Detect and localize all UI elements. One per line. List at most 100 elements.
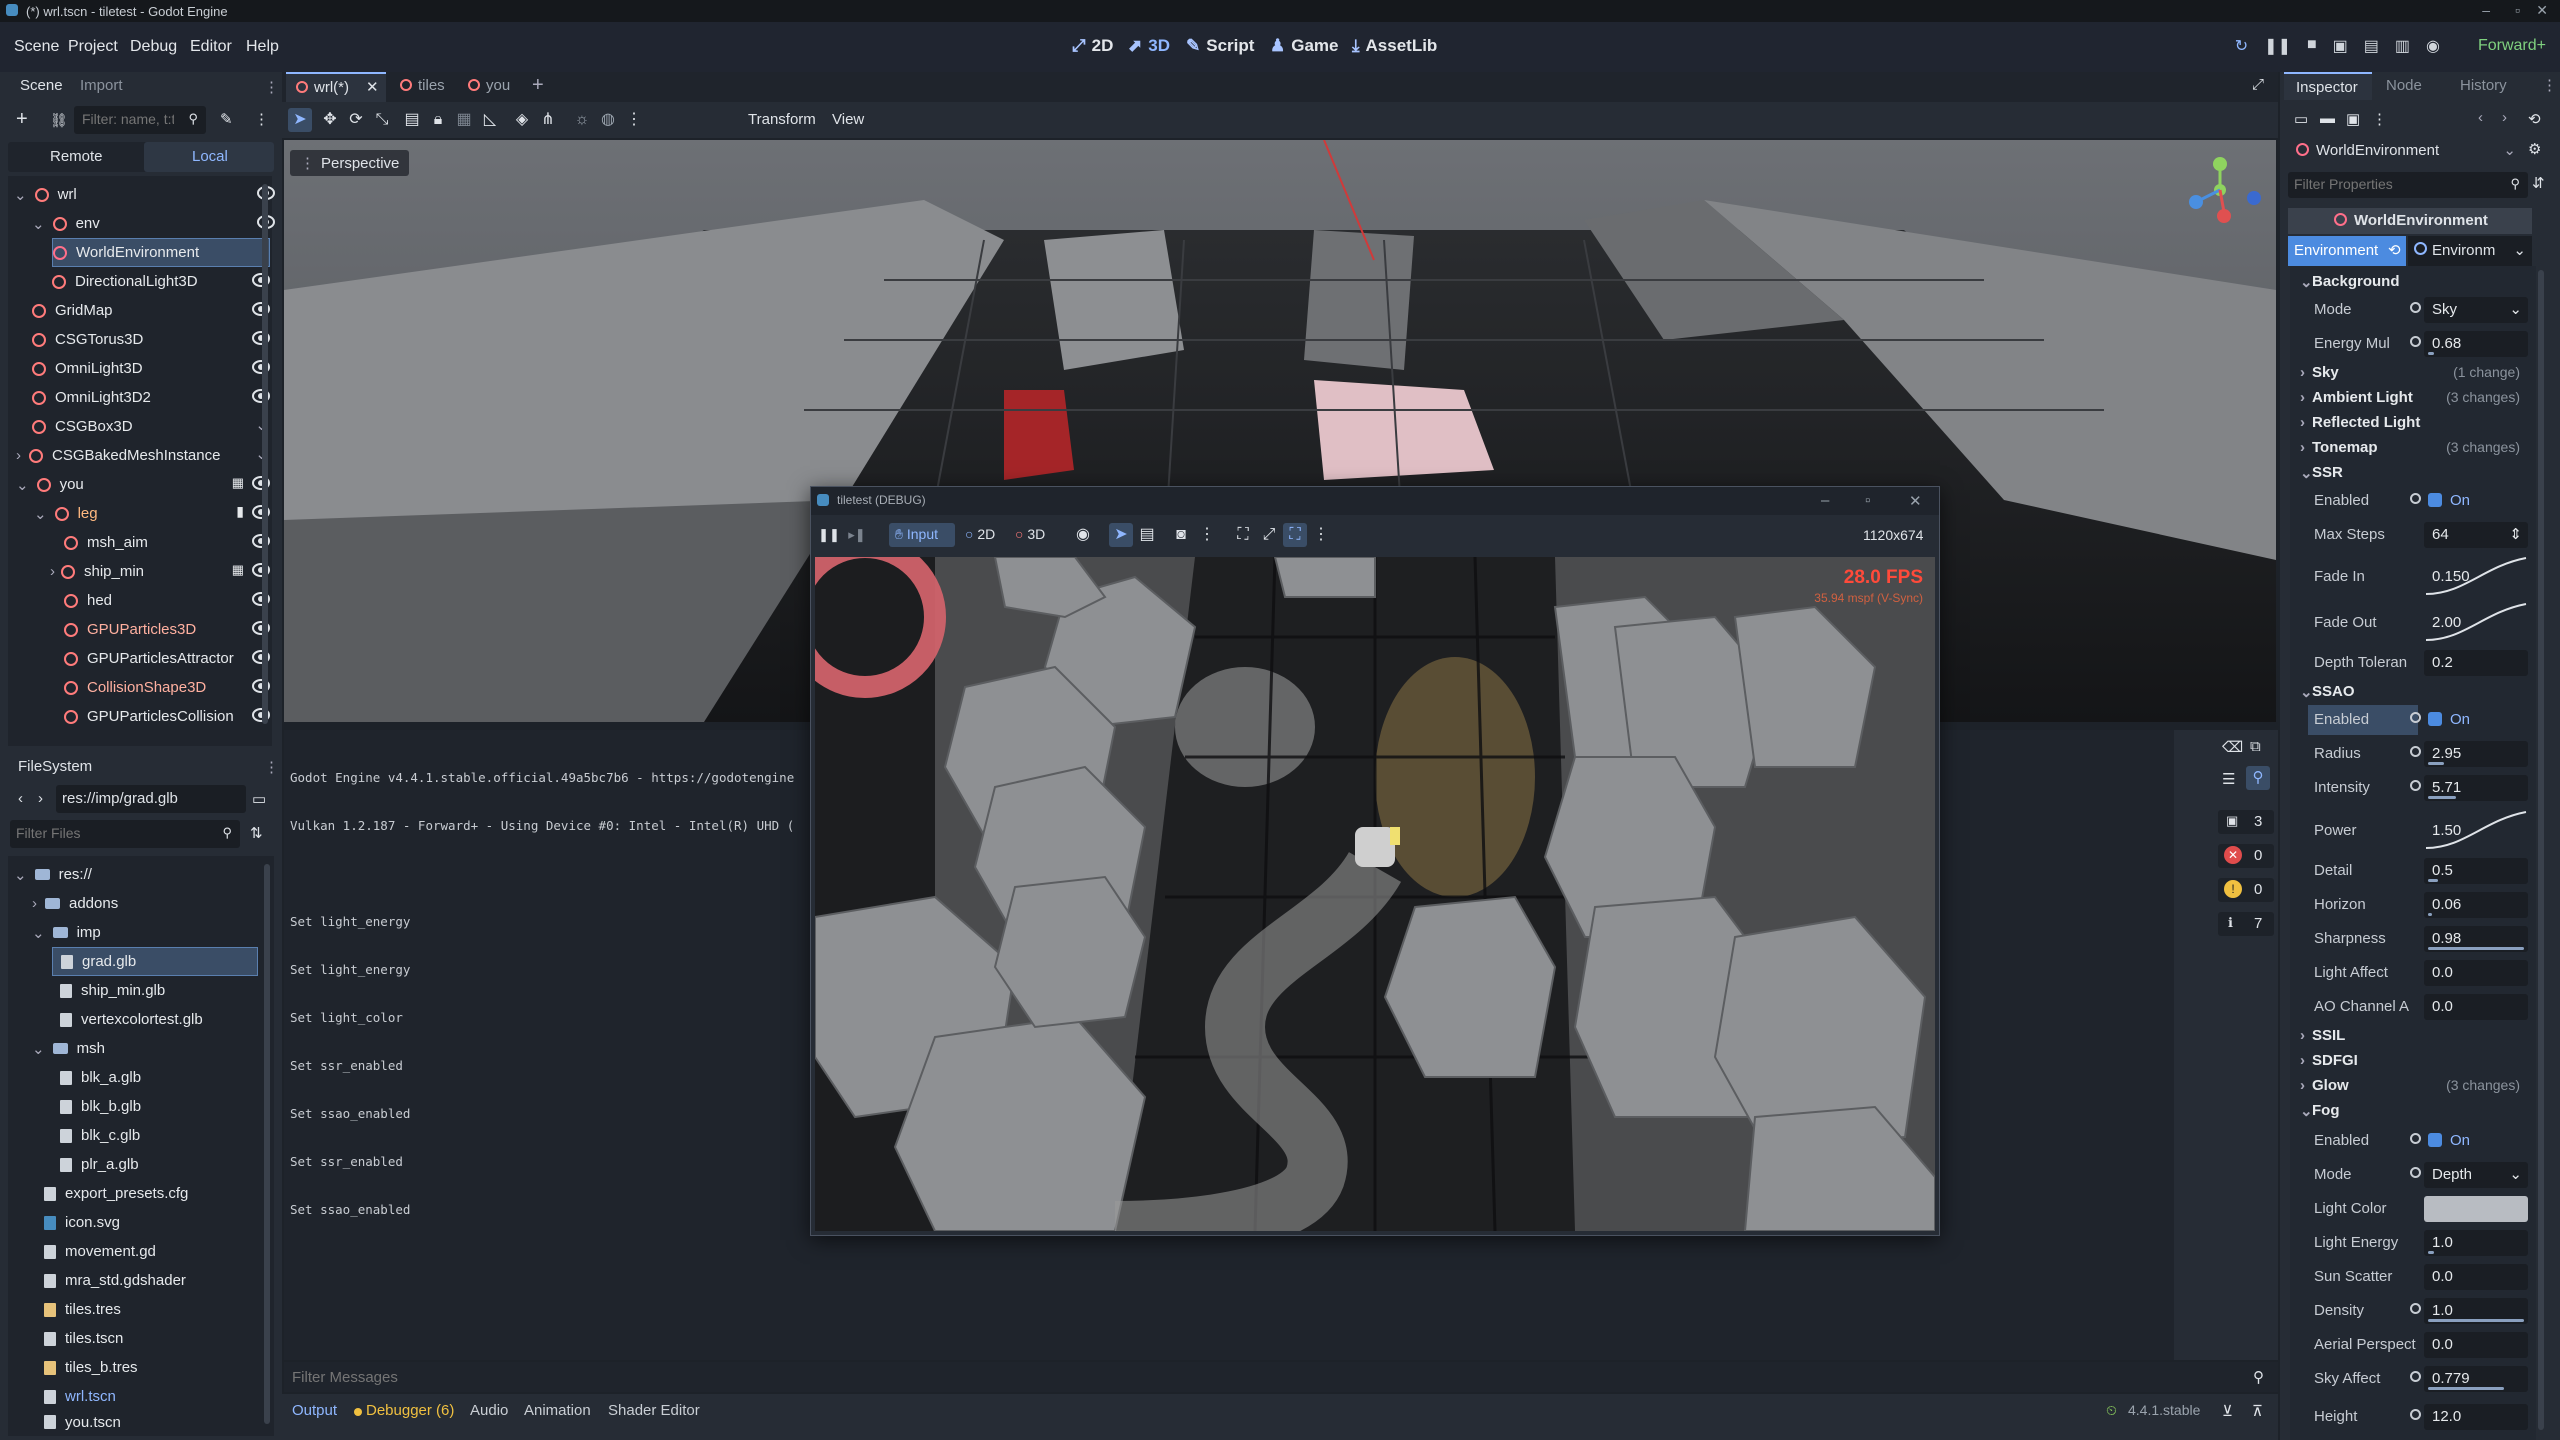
game-3d-button[interactable]: ○ 3D	[1011, 523, 1055, 547]
save-resource-icon[interactable]: ▣	[2346, 110, 2360, 128]
pin-panel-icon[interactable]: ⊻	[2222, 1402, 2233, 1420]
scene-filter-input[interactable]	[74, 106, 174, 132]
game-viewport[interactable]: 28.0 FPS 35.94 mspf (V-Sync)	[815, 557, 1935, 1231]
tab-wrl[interactable]: wrl(*) ✕	[286, 72, 386, 102]
add-node-icon[interactable]: +	[16, 108, 28, 131]
distraction-free-icon[interactable]: ⤢	[2252, 76, 2264, 93]
minimize-icon[interactable]: –	[2482, 2, 2490, 18]
remote-deploy-icon[interactable]: ↻	[2235, 36, 2248, 56]
workspace-2d-button[interactable]: ⤢ 2D	[1072, 36, 1113, 56]
history-back-icon[interactable]: ‹	[2478, 109, 2483, 126]
section-fog[interactable]: ⌄ Fog	[2300, 1099, 2530, 1124]
game-minimize-icon[interactable]: –	[1821, 492, 1829, 509]
tab-debugger[interactable]: Debugger (6)	[366, 1402, 454, 1419]
filter-warnings-count[interactable]: ! 0	[2218, 878, 2274, 902]
depth-tolerance-input[interactable]: 0.2	[2424, 650, 2528, 676]
toolbar-more-icon[interactable]: ⋮	[622, 108, 646, 132]
section-ssao[interactable]: ⌄ SSAO	[2300, 680, 2530, 705]
close-tab-icon[interactable]: ✕	[366, 78, 379, 96]
update-spinner-icon[interactable]: ⏲	[2106, 1402, 2117, 1419]
section-ssr[interactable]: ⌄ SSR	[2300, 461, 2530, 486]
select-mode-icon[interactable]: ➤	[288, 108, 312, 132]
sort-icon[interactable]: ⇅	[250, 824, 263, 842]
file-item-vertexcolortest-glb[interactable]: vertexcolortest.glb	[60, 1005, 322, 1034]
clear-log-icon[interactable]: ⌫	[2222, 738, 2243, 756]
tab-node[interactable]: Node	[2386, 77, 2422, 94]
new-resource-icon[interactable]: ▭	[2294, 110, 2308, 128]
load-resource-icon[interactable]: ▬	[2320, 110, 2335, 127]
file-item-blk-c-glb[interactable]: blk_c.glb	[60, 1121, 322, 1150]
tree-node-gpuparticlesattractor[interactable]: GPUParticlesAttractor	[64, 644, 284, 673]
game-keep-aspect-icon[interactable]: ⛶	[1283, 523, 1307, 547]
section-ssil[interactable]: › SSIL	[2300, 1024, 2530, 1049]
sun-preview-icon[interactable]: ☼	[570, 108, 594, 132]
object-selector[interactable]: WorldEnvironment ⌄	[2288, 138, 2522, 164]
revert-icon[interactable]	[2410, 1303, 2421, 1314]
radius-input[interactable]: 2.95	[2424, 741, 2528, 767]
workspace-3d-button[interactable]: ⬈ 3D	[1128, 36, 1170, 56]
filter-editor-count[interactable]: ℹ7	[2218, 912, 2274, 936]
transform-menu[interactable]: Transform	[748, 111, 816, 128]
expand-panel-icon[interactable]: ⊼	[2252, 1402, 2263, 1420]
object-history-icon[interactable]: ⟲	[2528, 110, 2541, 128]
energy-multiplier-input[interactable]: 0.68	[2424, 331, 2528, 357]
filter-files-input[interactable]	[10, 820, 200, 846]
menu-scene[interactable]: Scene	[14, 38, 59, 56]
remote-button[interactable]: Remote	[50, 148, 103, 165]
inspector-scrollbar[interactable]	[2538, 270, 2544, 1430]
game-options-icon[interactable]: ⋮	[1309, 523, 1333, 547]
tab-history[interactable]: History	[2460, 77, 2507, 94]
lock-icon[interactable]: 🔒︎	[426, 108, 450, 132]
tab-output[interactable]: Output	[292, 1402, 337, 1419]
file-item-imp[interactable]: ⌄ imp	[32, 918, 294, 947]
revert-icon[interactable]	[2410, 302, 2421, 313]
fog-light-energy-input[interactable]: 1.0	[2424, 1230, 2528, 1256]
tab-audio[interactable]: Audio	[470, 1402, 508, 1419]
file-item-res[interactable]: ⌄ res://	[14, 860, 276, 889]
search-log-icon[interactable]: ⚲	[2246, 766, 2270, 790]
group-icon[interactable]: ▦	[232, 562, 244, 578]
dock-menu-icon[interactable]: ⋮	[264, 758, 279, 776]
game-camera-icon[interactable]: ◙	[1169, 523, 1193, 547]
fog-height-input[interactable]: 12.0	[2424, 1404, 2528, 1430]
menu-debug[interactable]: Debug	[130, 38, 177, 56]
tree-node-wrl[interactable]: ⌄ wrl	[14, 180, 289, 209]
run-project-icon[interactable]: ▣	[2333, 36, 2348, 56]
pause-icon[interactable]: ❚❚	[2264, 36, 2291, 56]
bg-mode-select[interactable]: Sky ⌄	[2424, 297, 2528, 323]
workspace-game-button[interactable]: ♟ Game	[1270, 36, 1339, 56]
filter-files-field[interactable]: ⚲	[10, 820, 240, 848]
intensity-input[interactable]: 5.71	[2424, 775, 2528, 801]
filter-messages-count[interactable]: ▣ 3	[2218, 810, 2274, 834]
ao-channel-input[interactable]: 0.0	[2424, 994, 2528, 1020]
copy-log-icon[interactable]: ⧉	[2250, 738, 2261, 755]
power-curve[interactable]: 1.50	[2424, 811, 2528, 849]
game-close-icon[interactable]: ✕	[1909, 492, 1922, 510]
file-item-ship-min-glb[interactable]: ship_min.glb	[60, 976, 322, 1005]
file-item-blk-b-glb[interactable]: blk_b.glb	[60, 1092, 322, 1121]
tab-shader-editor[interactable]: Shader Editor	[608, 1402, 700, 1419]
aerial-perspective-input[interactable]: 0.0	[2424, 1332, 2528, 1358]
maximize-icon[interactable]: ▫	[2515, 2, 2520, 18]
game-2d-button[interactable]: ○ 2D	[961, 523, 1005, 547]
version-label[interactable]: 4.4.1.stable	[2128, 1402, 2200, 1418]
game-next-frame-icon[interactable]: ▸❚	[845, 523, 869, 547]
sharpness-input[interactable]: 0.98	[2424, 926, 2528, 952]
tree-node-gpuparticlescollision[interactable]: GPUParticlesCollision	[64, 702, 284, 731]
tree-node-csgbakedmeshinstance[interactable]: ›CSGBakedMeshInstance⌄	[16, 441, 284, 470]
filter-properties-field[interactable]: ⚲	[2288, 172, 2528, 198]
file-item-msh[interactable]: ⌄ msh	[32, 1034, 294, 1063]
game-maximize-icon[interactable]: ▫	[1865, 492, 1870, 509]
tree-node-worldenvironment[interactable]: WorldEnvironment	[52, 238, 270, 267]
revert-icon[interactable]	[2410, 1133, 2421, 1144]
menu-project[interactable]: Project	[68, 38, 118, 56]
sky-affect-input[interactable]: 0.779	[2424, 1366, 2528, 1392]
snap-icon[interactable]: ⋔	[536, 108, 560, 132]
light-affect-input[interactable]: 0.0	[2424, 960, 2528, 986]
back-icon[interactable]: ‹	[18, 790, 23, 807]
tree-node-leg[interactable]: ⌄ leg ▮	[34, 499, 284, 528]
view-menu[interactable]: View	[832, 111, 864, 128]
revert-icon[interactable]	[2410, 1371, 2421, 1382]
perspective-menu[interactable]: ⋮ Perspective	[290, 150, 410, 176]
game-fit-icon[interactable]: ⛶	[1231, 523, 1255, 547]
